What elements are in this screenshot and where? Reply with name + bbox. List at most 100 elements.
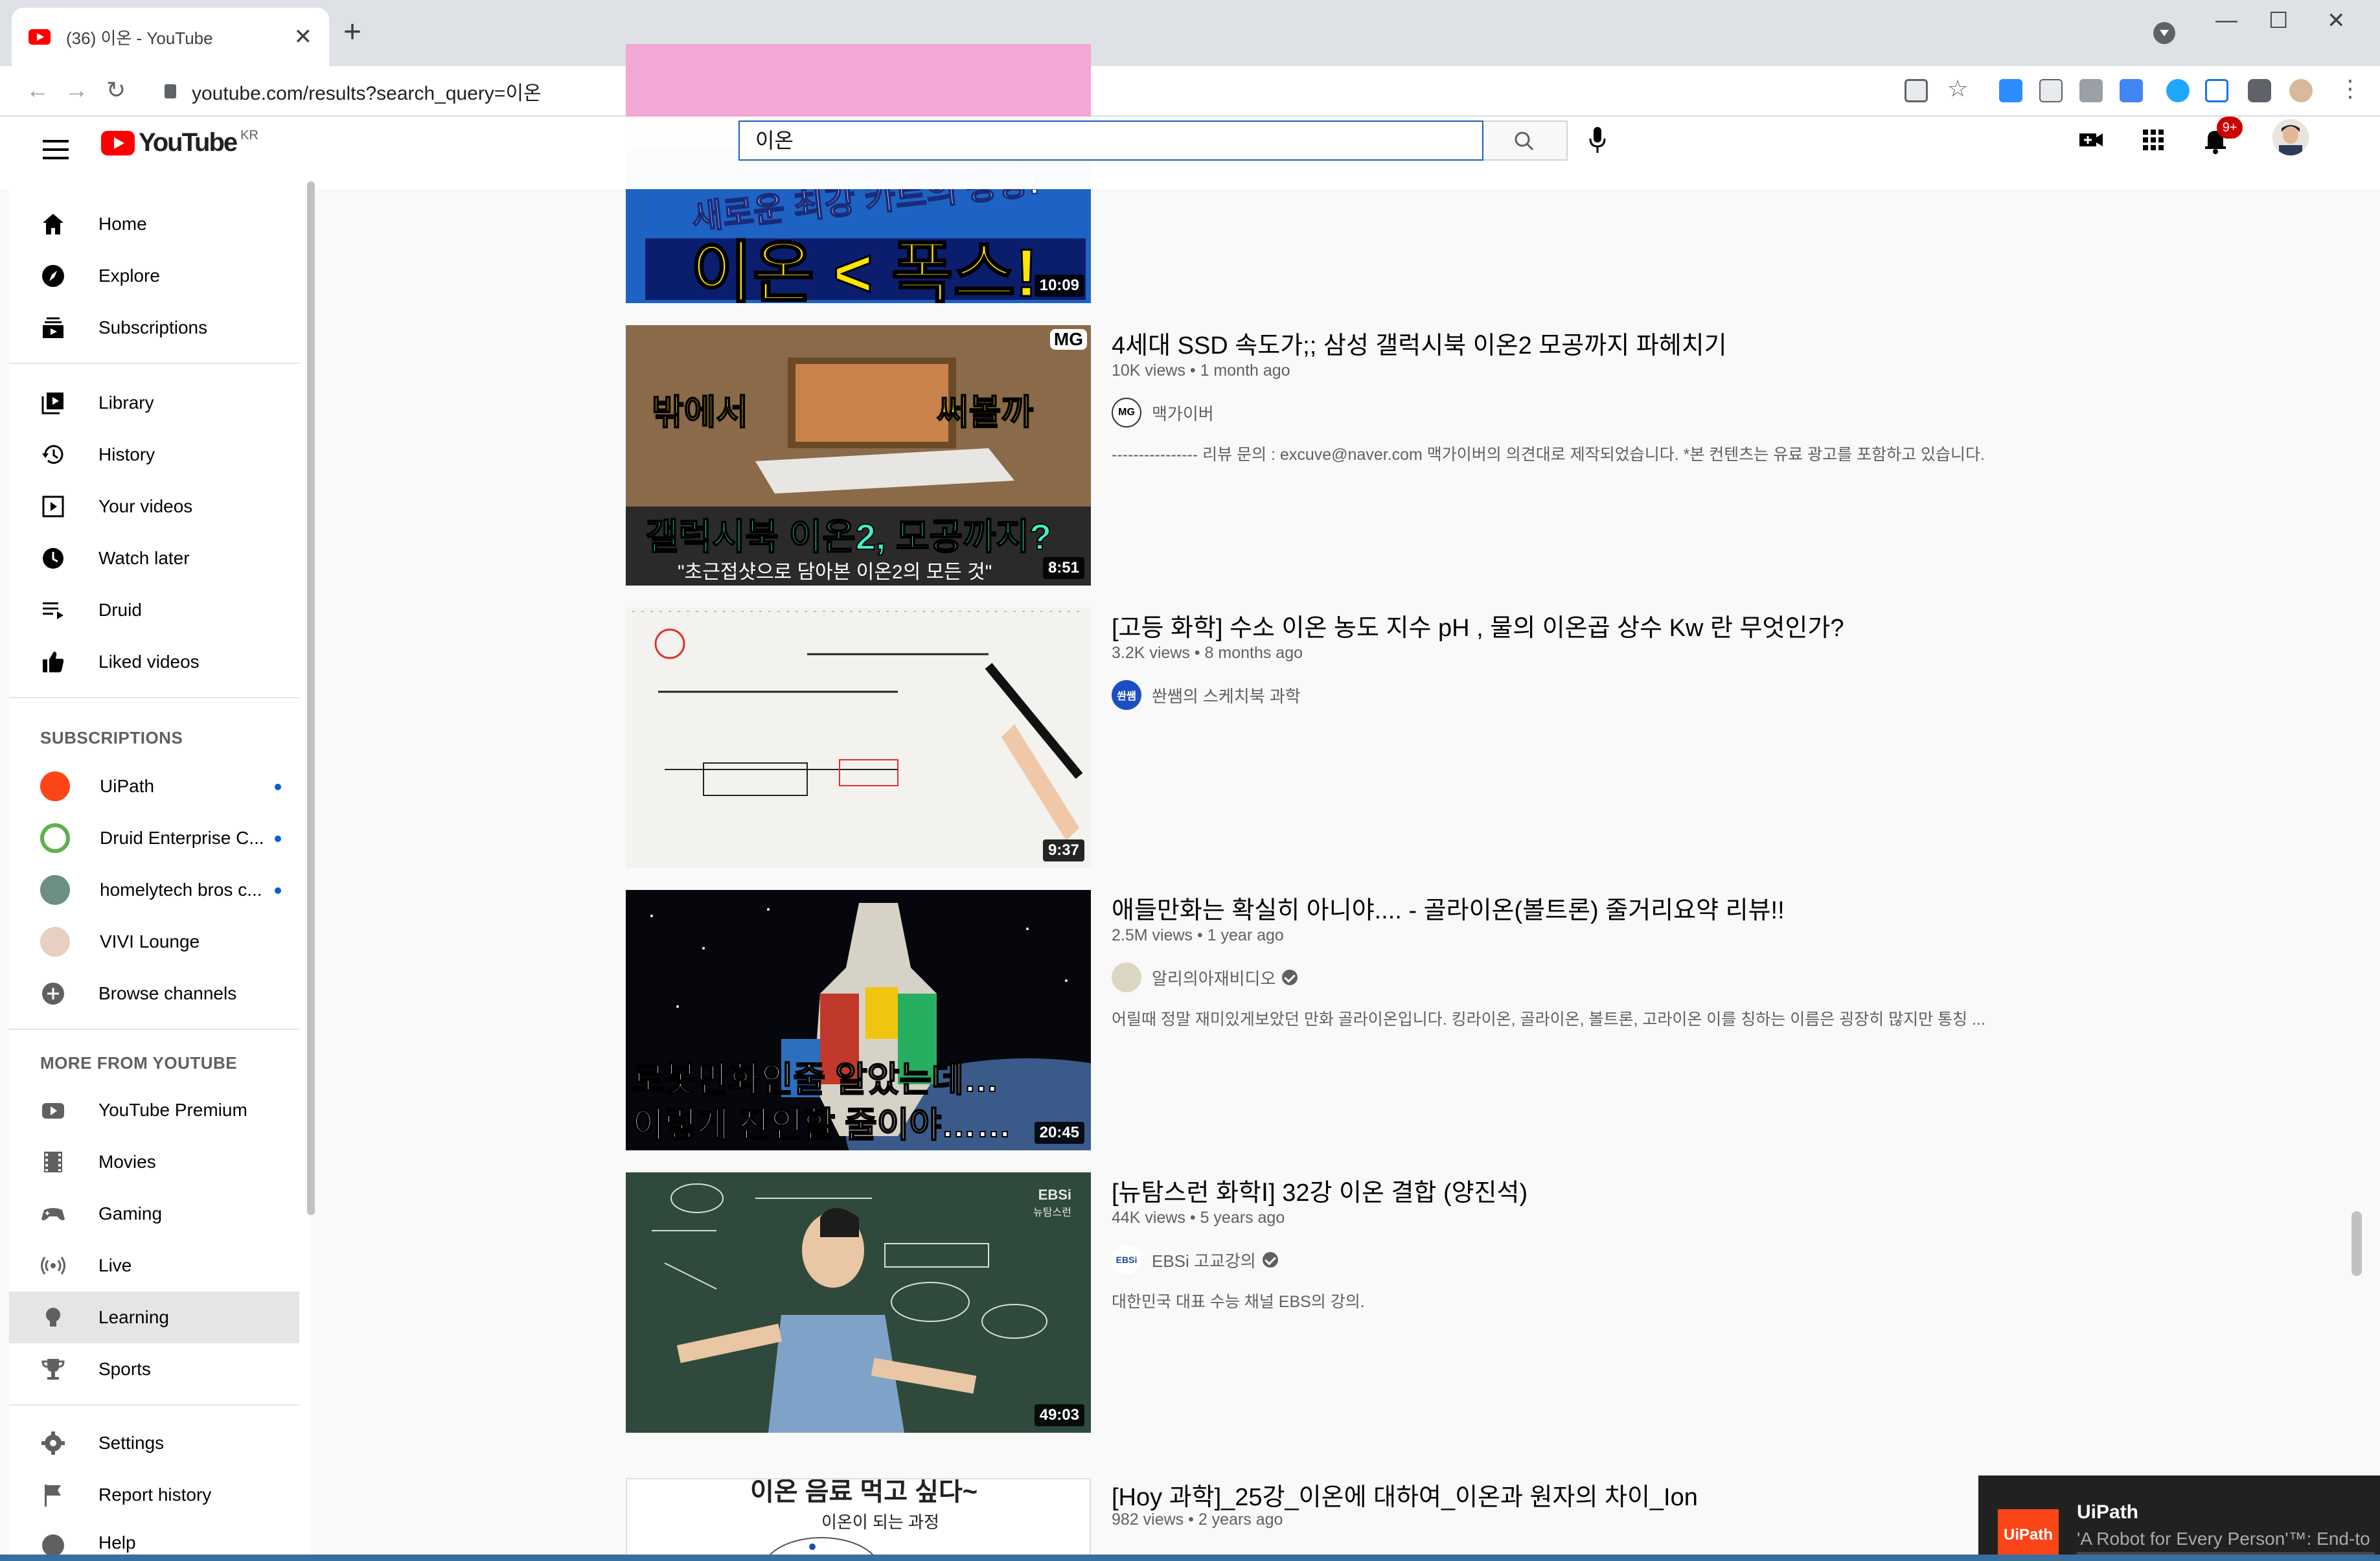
uipath-extension-icon[interactable] bbox=[2205, 79, 2228, 102]
video-result[interactable]: 밖에서 써볼까 갤럭시북 이온2, 모공까지? "초근접샷으로 담아본 이온2의… bbox=[626, 325, 2064, 586]
video-title[interactable]: [고등 화학] 수소 이온 농도 지수 pH , 물의 이온곱 상수 Kw 란 … bbox=[1112, 608, 1844, 643]
toast-title: UiPath bbox=[2077, 1501, 2139, 1523]
search-button[interactable] bbox=[1483, 120, 1568, 161]
sidebar-item-sports[interactable]: Sports bbox=[9, 1343, 299, 1395]
channel-link[interactable]: 알리의아재비디오 bbox=[1112, 963, 1298, 992]
page-scrollbar[interactable] bbox=[2351, 1211, 2362, 1276]
sidebar-divider bbox=[9, 697, 299, 698]
video-description: 어릴때 정말 재미있게보았던 만화 골라이온입니다. 킹라이온, 골라이온, 볼… bbox=[1112, 1010, 1985, 1029]
channel-name[interactable]: 맥가이버 bbox=[1152, 401, 1214, 425]
sidebar-item-homelytech[interactable]: homelytech bros c... bbox=[9, 864, 299, 916]
window-close-button[interactable]: ✕ bbox=[2327, 8, 2346, 34]
video-description: ---------------- 리뷰 문의 : excuve@naver.co… bbox=[1112, 446, 1985, 464]
video-thumbnail[interactable]: 이온 음료 먹고 싶다~ 이온이 되는 과정 bbox=[626, 1478, 1091, 1561]
extensions-puzzle-icon[interactable] bbox=[2248, 79, 2271, 102]
sidebar-item-learning[interactable]: Learning bbox=[9, 1292, 299, 1343]
sidebar-item-library[interactable]: Library bbox=[9, 377, 299, 429]
channel-avatar[interactable]: MG bbox=[1112, 398, 1141, 427]
sidebar-item-browse-channels[interactable]: Browse channels bbox=[9, 968, 299, 1020]
forward-icon[interactable]: → bbox=[65, 76, 88, 104]
video-metadata: 982 views • 2 years ago bbox=[1112, 1510, 1283, 1529]
channel-link[interactable]: EBSi EBSi 고교강의 bbox=[1112, 1245, 1278, 1275]
sidebar-item-explore[interactable]: Explore bbox=[9, 250, 299, 302]
history-icon bbox=[42, 445, 63, 464]
sidebar-item-movies[interactable]: Movies bbox=[9, 1136, 299, 1188]
live-icon bbox=[41, 1257, 65, 1275]
profile-avatar-icon[interactable] bbox=[2289, 79, 2313, 102]
video-title[interactable]: [뉴탐스런 화학Ⅰ] 32강 이온 결합 (양진석) bbox=[1112, 1172, 1528, 1208]
hamburger-menu-icon[interactable] bbox=[43, 140, 69, 159]
video-result[interactable]: EBSi 뉴탐스런 49:03 [뉴탐스런 화학Ⅰ] 32강 이온 결합 (양진… bbox=[626, 1172, 2064, 1433]
youtube-logo[interactable]: YouTube KR bbox=[101, 128, 258, 157]
sidebar-item-vivi-lounge[interactable]: VIVI Lounge bbox=[9, 916, 299, 968]
sidebar-item-live[interactable]: Live bbox=[9, 1240, 299, 1292]
microphone-icon[interactable] bbox=[1588, 126, 1607, 154]
sidebar-item-history[interactable]: History bbox=[9, 429, 299, 481]
video-thumbnail[interactable]: 밖에서 써볼까 갤럭시북 이온2, 모공까지? "초근접샷으로 담아본 이온2의… bbox=[626, 325, 1091, 586]
channel-avatar[interactable]: EBSi bbox=[1112, 1245, 1141, 1275]
back-icon[interactable]: ← bbox=[26, 76, 49, 104]
maximize-button[interactable]: ☐ bbox=[2269, 8, 2288, 34]
office-extension-icon[interactable] bbox=[2079, 79, 2103, 102]
sidebar-item-home[interactable]: Home bbox=[9, 198, 299, 250]
video-thumbnail[interactable]: 9:37 bbox=[626, 608, 1091, 868]
region-code: KR bbox=[240, 128, 258, 142]
sidebar-item-uipath[interactable]: UiPath bbox=[9, 760, 299, 812]
sidebar-item-label: Browse channels bbox=[98, 983, 237, 1003]
sidebar-item-report-history[interactable]: Report history bbox=[9, 1469, 299, 1521]
sidebar-item-gaming[interactable]: Gaming bbox=[9, 1188, 299, 1240]
channel-name[interactable]: 알리의아재비디오 bbox=[1152, 966, 1276, 990]
new-tab-button[interactable]: + bbox=[343, 14, 361, 50]
sidebar-item-druid[interactable]: Druid bbox=[9, 584, 299, 636]
sidebar-item-label: YouTube Premium bbox=[98, 1100, 247, 1120]
channel-avatar[interactable]: 쏸쌤 bbox=[1112, 680, 1141, 710]
video-thumbnail[interactable]: EBSi 뉴탐스런 49:03 bbox=[626, 1172, 1091, 1433]
youtube-masthead: YouTube KR 이온 9+ bbox=[0, 117, 2380, 189]
taskbar-edge bbox=[0, 1555, 2380, 1561]
channel-link[interactable]: MG 맥가이버 bbox=[1112, 398, 1214, 427]
sidebar-scrollbar[interactable] bbox=[307, 181, 315, 1215]
video-metadata: 10K views • 1 month ago bbox=[1112, 361, 1290, 380]
channel-avatar bbox=[40, 875, 70, 905]
channel-link[interactable]: 쏸쌤 쏸쌤의 스케치북 과학 bbox=[1112, 680, 1301, 710]
sidebar-item-druid-enterprise[interactable]: Druid Enterprise C... bbox=[9, 812, 299, 864]
channel-name[interactable]: 쏸쌤의 스케치북 과학 bbox=[1152, 683, 1301, 707]
video-title[interactable]: 애들만화는 확실히 아니야.... - 골라이온(볼트론) 줄거리요약 리뷰!! bbox=[1112, 890, 1785, 926]
sidebar-item-label: Druid bbox=[98, 600, 142, 620]
channel-avatar[interactable] bbox=[1112, 963, 1141, 992]
sidebar-item-your-videos[interactable]: Your videos bbox=[9, 481, 299, 532]
video-thumbnail[interactable]: 로봇만화인줄 알았는데… 이렇게 잔인할 줄이야…… 20:45 bbox=[626, 890, 1091, 1150]
video-result[interactable]: 이온 음료 먹고 싶다~ 이온이 되는 과정 [Hoy 과학]_25강_이온에 … bbox=[626, 1478, 2064, 1561]
reload-icon[interactable]: ↻ bbox=[106, 76, 126, 104]
cloud-extension-icon[interactable] bbox=[2166, 79, 2190, 102]
playlist-icon bbox=[43, 602, 63, 619]
channel-name[interactable]: EBSi 고교강의 bbox=[1152, 1248, 1256, 1272]
sidebar-item-watch-later[interactable]: Watch later bbox=[9, 532, 299, 584]
video-title[interactable]: [Hoy 과학]_25강_이온에 대하여_이온과 원자의 차이_Ion bbox=[1112, 1477, 1698, 1512]
account-avatar[interactable] bbox=[2272, 119, 2309, 155]
sidebar-divider bbox=[9, 1404, 299, 1406]
video-title[interactable]: 4세대 SSD 속도가;; 삼성 갤럭시북 이온2 모공까지 파헤치기 bbox=[1112, 325, 1727, 361]
video-duration: 8:51 bbox=[1042, 557, 1084, 579]
url-text[interactable]: youtube.com/results?search_query=이온 bbox=[192, 77, 542, 106]
tab-search-icon[interactable] bbox=[2153, 22, 2175, 44]
translate-extension-icon[interactable] bbox=[2120, 79, 2143, 102]
sidebar-item-settings[interactable]: Settings bbox=[9, 1417, 299, 1469]
video-result[interactable]: 9:37 [고등 화학] 수소 이온 농도 지수 pH , 물의 이온곱 상수 … bbox=[626, 608, 2064, 868]
tab-close-icon[interactable]: ✕ bbox=[294, 24, 313, 50]
sidebar-item-label: Report history bbox=[98, 1485, 212, 1505]
browser-tab[interactable]: (36) 이온 - YouTube ✕ bbox=[12, 8, 329, 66]
browser-menu-icon[interactable]: ⋮ bbox=[2339, 75, 2362, 102]
notification-toast[interactable]: UiPath UiPath 'A Robot for Every Person'… bbox=[1978, 1476, 2380, 1561]
video-result[interactable]: 로봇만화인줄 알았는데… 이렇게 잔인할 줄이야…… 20:45 애들만화는 확… bbox=[626, 890, 2064, 1150]
sidebar-item-liked-videos[interactable]: Liked videos bbox=[9, 636, 299, 688]
apps-grid-icon[interactable] bbox=[2139, 126, 2168, 154]
sidebar-item-youtube-premium[interactable]: YouTube Premium bbox=[9, 1084, 299, 1136]
sidebar-item-subscriptions[interactable]: Subscriptions bbox=[9, 302, 299, 354]
thumbnail-caption: 갤럭시북 이온2, 모공까지? bbox=[645, 516, 1052, 558]
create-video-icon[interactable] bbox=[2077, 126, 2105, 154]
search-input[interactable]: 이온 bbox=[738, 120, 1483, 161]
minimize-button[interactable]: — bbox=[2215, 8, 2237, 33]
sidebar-item-label: History bbox=[98, 444, 155, 464]
sidebar-divider bbox=[9, 363, 299, 364]
